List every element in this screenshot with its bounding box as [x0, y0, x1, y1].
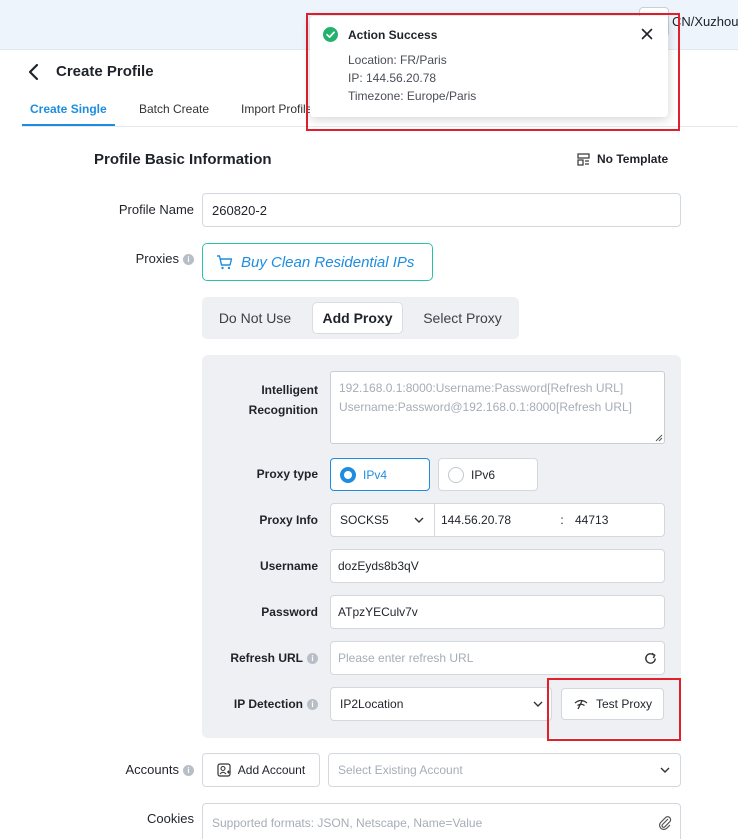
- chevron-down-icon: [660, 767, 670, 773]
- template-label: No Template: [597, 152, 669, 166]
- username-input[interactable]: dozEyds8b3qV: [330, 549, 665, 583]
- existing-account-placeholder: Select Existing Account: [338, 763, 463, 777]
- intelligent-label-line-2: Recognition: [248, 403, 318, 417]
- protocol-value: SOCKS5: [340, 513, 389, 527]
- toast-timezone: Timezone: Europe/Paris: [348, 89, 477, 103]
- user-region-label: CN/Xuzhou: [672, 14, 738, 29]
- ip-detection-label: IP Detection: [233, 697, 303, 711]
- proxies-label-row: Proxies i: [110, 251, 194, 266]
- intelligent-label-line-1: Intelligent: [261, 383, 318, 397]
- profile-name-value: 260820-2: [212, 202, 267, 218]
- buy-residential-ips-button[interactable]: Buy Clean Residential IPs: [202, 243, 433, 281]
- info-icon: i: [183, 254, 194, 266]
- password-label: Password: [261, 605, 318, 619]
- intelligent-recognition-label: Intelligent Recognition: [230, 380, 318, 420]
- ipv6-label: IPv6: [471, 467, 496, 482]
- resize-grip-icon[interactable]: [655, 434, 663, 442]
- port-value: 44713: [575, 513, 609, 527]
- cookies-label: Cookies: [147, 811, 194, 826]
- add-account-label: Add Account: [237, 763, 306, 777]
- radio-selected-icon: [340, 466, 356, 483]
- template-button[interactable]: No Template: [577, 152, 668, 166]
- host-value: 144.56.20.78: [441, 513, 512, 527]
- password-value: ATpzYECulv7v: [338, 605, 418, 619]
- proxy-info-label: Proxy Info: [259, 513, 318, 527]
- toast-location: Location: FR/Paris: [348, 53, 447, 67]
- proxy-type-ipv4[interactable]: IPv4: [330, 458, 430, 491]
- accounts-label-row: Accounts i: [100, 762, 194, 777]
- refresh-url-placeholder: Please enter refresh URL: [338, 651, 474, 665]
- intelligent-recognition-textarea[interactable]: 192.168.0.1:8000:Username:Password[Refre…: [330, 371, 665, 444]
- proxy-type-label: Proxy type: [256, 467, 318, 481]
- mode-do-not-use[interactable]: Do Not Use: [210, 302, 300, 334]
- refresh-url-label-row: Refresh URL i: [206, 651, 318, 665]
- buy-residential-ips-label: Buy Clean Residential IPs: [241, 253, 415, 271]
- cookies-input[interactable]: Supported formats: JSON, Netscape, Name=…: [202, 803, 681, 839]
- test-proxy-highlight-box: [547, 678, 681, 741]
- ip-detection-select[interactable]: IP2Location: [330, 687, 552, 721]
- paperclip-icon[interactable]: [658, 815, 672, 831]
- add-account-icon: [217, 763, 231, 777]
- success-toast: Action Success Location: FR/Paris IP: 14…: [310, 16, 668, 117]
- page-title: Create Profile: [56, 63, 154, 80]
- chevron-down-icon: [414, 517, 424, 523]
- refresh-icon[interactable]: [643, 651, 658, 666]
- active-tab-indicator: [22, 124, 115, 126]
- template-icon: [577, 152, 590, 166]
- proxies-label: Proxies: [135, 251, 179, 266]
- check-circle-icon: [323, 27, 338, 42]
- username-value: dozEyds8b3qV: [338, 559, 419, 573]
- intelligent-placeholder-line-2: Username:Password@192.168.0.1:8000[Refre…: [339, 400, 633, 414]
- host-port-separator: :: [560, 513, 564, 527]
- ipv4-label: IPv4: [363, 467, 388, 482]
- proxy-type-ipv6[interactable]: IPv6: [438, 458, 538, 491]
- tab-import-profile[interactable]: Import Profile: [241, 102, 312, 116]
- accounts-label: Accounts: [125, 762, 179, 777]
- refresh-url-input[interactable]: Please enter refresh URL: [330, 641, 665, 675]
- radio-unselected-icon: [448, 466, 464, 483]
- profile-name-label: Profile Name: [118, 202, 194, 217]
- ip-detection-label-row: IP Detection i: [206, 697, 318, 711]
- password-input[interactable]: ATpzYECulv7v: [330, 595, 665, 629]
- info-icon: i: [307, 653, 318, 665]
- tab-batch-create[interactable]: Batch Create: [139, 102, 209, 116]
- tab-create-single[interactable]: Create Single: [30, 102, 107, 116]
- profile-name-input[interactable]: 260820-2: [202, 193, 681, 227]
- username-label: Username: [259, 559, 318, 573]
- ip-detection-value: IP2Location: [340, 697, 404, 711]
- mode-add-proxy[interactable]: Add Proxy: [312, 302, 403, 334]
- host-port-input[interactable]: 144.56.20.78 : 44713: [434, 503, 665, 537]
- info-icon: i: [183, 765, 194, 777]
- mode-select-proxy[interactable]: Select Proxy: [414, 302, 511, 334]
- protocol-select[interactable]: SOCKS5: [330, 503, 435, 537]
- cookies-placeholder: Supported formats: JSON, Netscape, Name=…: [212, 816, 483, 830]
- add-account-button[interactable]: Add Account: [202, 753, 320, 787]
- proxy-mode-selector: Do Not Use Add Proxy Select Proxy: [202, 297, 519, 339]
- info-icon: i: [307, 699, 318, 711]
- intelligent-placeholder-line-1: 192.168.0.1:8000:Username:Password[Refre…: [339, 381, 624, 395]
- toast-title: Action Success: [348, 28, 438, 42]
- cart-icon: [217, 255, 233, 270]
- refresh-url-label: Refresh URL: [230, 651, 303, 665]
- close-icon[interactable]: [641, 28, 653, 40]
- chevron-down-icon: [533, 701, 543, 707]
- back-icon[interactable]: [24, 62, 44, 82]
- toast-ip: IP: 144.56.20.78: [348, 71, 437, 85]
- existing-account-select[interactable]: Select Existing Account: [328, 753, 681, 787]
- section-title: Profile Basic Information: [94, 151, 272, 168]
